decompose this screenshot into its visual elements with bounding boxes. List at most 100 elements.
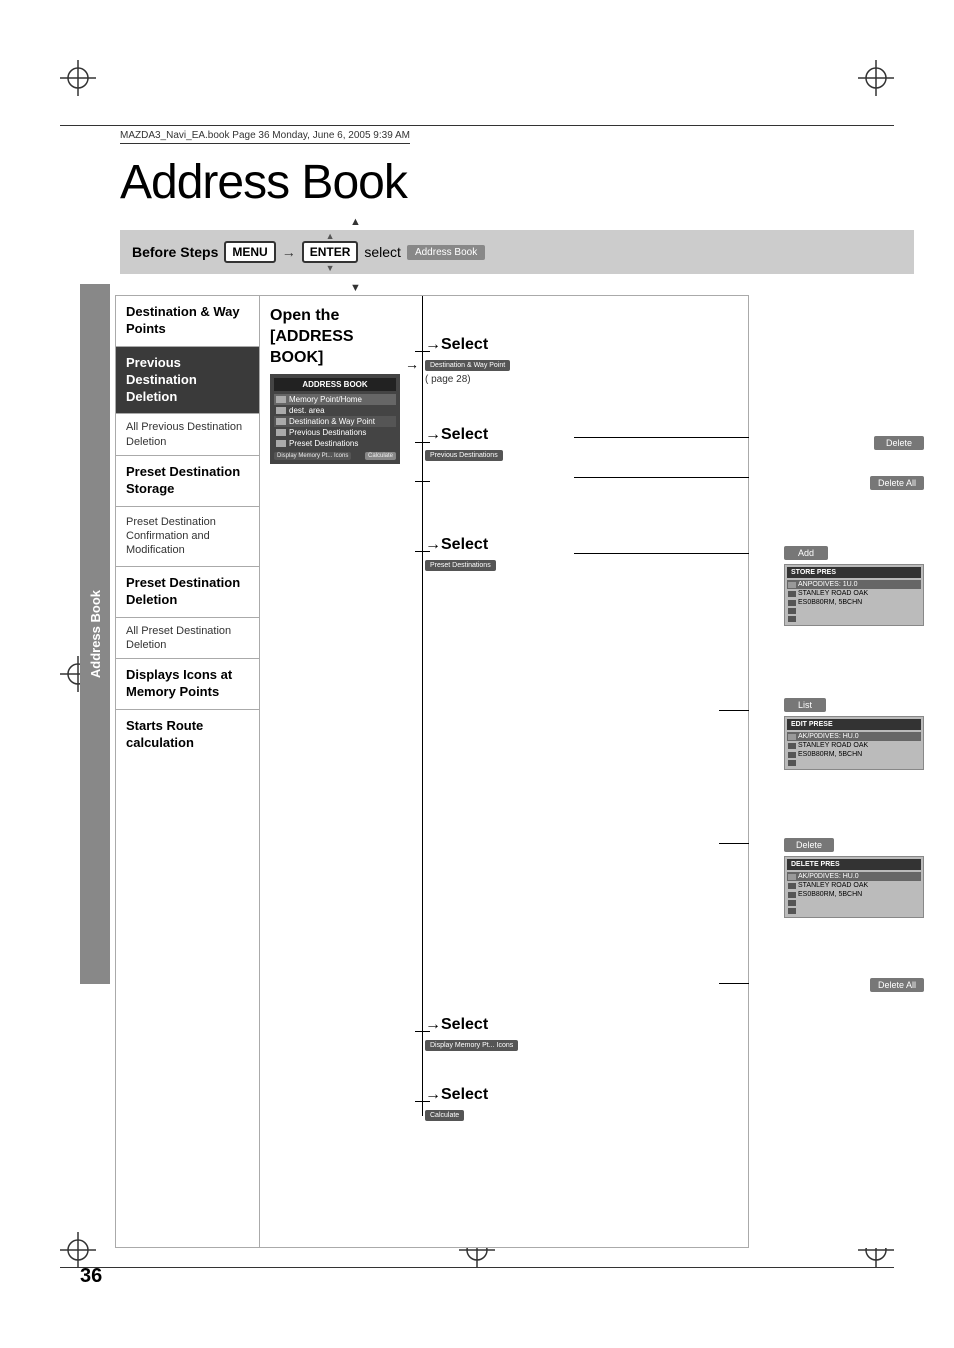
select-label-3: →Select — [425, 536, 496, 554]
del-icon-1 — [788, 883, 796, 889]
list-section: List EDIT PRESE AK/P0DIVES: HU.0 STANLEY… — [784, 695, 924, 770]
chip-calculate: Calculate — [425, 1110, 464, 1121]
menu-item-0: Memory Point/Home — [274, 394, 396, 405]
store-icon-3 — [788, 608, 796, 614]
store-pres-title: STORE PRES — [787, 567, 921, 578]
delete-all-button-all-prev: Delete All — [870, 473, 924, 491]
add-section: Add STORE PRES ANPODIVES: 1U.0 STANLEY R… — [784, 543, 924, 626]
edit-row-0: AK/P0DIVES: HU.0 — [787, 732, 921, 741]
vertical-label: Address Book — [88, 590, 103, 678]
delete-all-button-all-preset: Delete All — [870, 975, 924, 993]
tick-6 — [415, 1101, 430, 1102]
store-icon-0 — [788, 582, 796, 588]
menu-key[interactable]: MENU — [224, 241, 275, 263]
select-label-4: →Select — [425, 1016, 518, 1034]
left-sidebar: Destination & Way Points Previous Destin… — [115, 295, 260, 1248]
select-text: select — [364, 244, 401, 260]
right-panels-col: Delete Delete All Add STORE PRES ANPODIV… — [749, 295, 924, 1248]
menu-title: ADDRESS BOOK — [274, 378, 396, 391]
delete-button-prev: Delete — [874, 433, 924, 451]
page-title: Address Book — [120, 155, 407, 210]
store-text-0: ANPODIVES: 1U.0 — [798, 581, 858, 588]
h-line-del-preset — [719, 843, 749, 844]
store-row-0: ANPODIVES: 1U.0 — [787, 580, 921, 589]
flow-arrow-1: → — [405, 356, 419, 372]
store-text-2: ES0B80RM, 5BCHN — [798, 599, 862, 606]
before-steps-label: Before Steps — [132, 244, 218, 260]
select-calculate: →Select Calculate — [425, 1086, 488, 1122]
delete-btn-label: Delete — [874, 436, 924, 450]
address-book-menu-panel: ADDRESS BOOK Memory Point/Home dest. are… — [270, 374, 400, 464]
h-line-prev-del — [574, 437, 749, 438]
edit-text-2: ES0B80RM, 5BCHN — [798, 751, 862, 758]
select-label-1: →Select — [425, 336, 510, 354]
add-btn-label: Add — [784, 546, 828, 560]
del-icon-2 — [788, 892, 796, 898]
enter-key[interactable]: ENTER — [302, 241, 359, 263]
sidebar-destination-waypoints: Destination & Way Points — [116, 296, 259, 347]
edit-text-0: AK/P0DIVES: HU.0 — [798, 733, 859, 740]
sidebar-previous-deletion: Previous Destination Deletion — [116, 347, 259, 415]
open-addressbook-box: Open the [ADDRESS BOOK] ADDRESS BOOK Mem… — [270, 306, 400, 464]
select-label-2: →Select — [425, 426, 503, 444]
store-icon-1 — [788, 591, 796, 597]
vertical-label-container: Address Book — [80, 284, 110, 984]
del-icon-3 — [788, 900, 796, 906]
delete-preset-btn-label: Delete — [784, 838, 834, 852]
address-book-chip: Address Book — [407, 245, 485, 260]
store-pres-panel: STORE PRES ANPODIVES: 1U.0 STANLEY ROAD … — [784, 564, 924, 626]
del-text-0: AK/P0DIVES: HU.0 — [798, 873, 859, 880]
menu-icon-0 — [276, 396, 286, 403]
store-icon-4 — [788, 616, 796, 622]
up-arrow: ▲ — [350, 216, 361, 228]
sidebar-displays-icons: Displays Icons at Memory Points — [116, 659, 259, 710]
select-label-5: →Select — [425, 1086, 488, 1104]
enter-up-arrow-icon: ▲ — [326, 231, 335, 241]
menu-icon-1 — [276, 407, 286, 414]
select-display-icons: →Select Display Memory Pt... Icons — [425, 1016, 518, 1052]
del-row-1: STANLEY ROAD OAK — [787, 881, 921, 890]
delete-section-preset: Delete DELETE PRES AK/P0DIVES: HU.0 STAN… — [784, 835, 924, 918]
del-icon-4 — [788, 908, 796, 914]
file-info: MAZDA3_Navi_EA.book Page 36 Monday, June… — [120, 130, 410, 144]
tick-4 — [415, 551, 430, 552]
sidebar-all-preset-deletion: All Preset Destination Deletion — [116, 618, 259, 660]
down-arrow: ▼ — [350, 282, 361, 294]
before-steps-bar: ▲ Before Steps MENU → ▲ ENTER ▼ select A… — [120, 230, 914, 274]
del-row-2: ES0B80RM, 5BCHN — [787, 890, 921, 899]
main-vertical-line — [422, 296, 423, 1116]
menu-item-4: Preset Destinations — [274, 438, 396, 449]
menu-btn-calculate: Calculate — [365, 452, 396, 460]
del-row-3 — [787, 899, 921, 907]
menu-bottom-buttons: Display Memory Pt... Icons Calculate — [274, 452, 396, 460]
menu-item-1: dest. area — [274, 405, 396, 416]
edit-text-1: STANLEY ROAD OAK — [798, 742, 868, 749]
menu-btn-icons: Display Memory Pt... Icons — [274, 452, 351, 460]
chip-display-icons: Display Memory Pt... Icons — [425, 1040, 518, 1051]
sidebar-preset-confirmation: Preset Destination Confirmation and Modi… — [116, 507, 259, 567]
edit-icon-2 — [788, 752, 796, 758]
tick-3 — [415, 481, 430, 482]
edit-row-1: STANLEY ROAD OAK — [787, 741, 921, 750]
list-btn-label: List — [784, 698, 826, 712]
store-row-3 — [787, 607, 921, 615]
del-text-2: ES0B80RM, 5BCHN — [798, 891, 862, 898]
delete-pres-panel: DELETE PRES AK/P0DIVES: HU.0 STANLEY ROA… — [784, 856, 924, 918]
open-addressbook-title: Open the [ADDRESS BOOK] — [270, 306, 400, 368]
menu-item-3: Previous Destinations — [274, 427, 396, 438]
edit-icon-1 — [788, 743, 796, 749]
del-row-4 — [787, 907, 921, 915]
edit-row-3 — [787, 759, 921, 767]
crosshair-bottom-left — [60, 1232, 96, 1268]
h-line-list — [719, 710, 749, 711]
store-icon-2 — [788, 600, 796, 606]
crosshair-top-left — [60, 60, 96, 96]
crosshair-top-right — [858, 60, 894, 96]
menu-icon-4 — [276, 440, 286, 447]
delete-all-preset-btn-label: Delete All — [870, 978, 924, 992]
enter-with-arrows: ▲ ENTER ▼ — [302, 231, 359, 273]
tick-5 — [415, 1031, 430, 1032]
h-line-all-prev — [574, 477, 749, 478]
store-row-1: STANLEY ROAD OAK — [787, 589, 921, 598]
select-destination-waypoint: →Select Destination & Way Point ( page 2… — [425, 336, 510, 385]
